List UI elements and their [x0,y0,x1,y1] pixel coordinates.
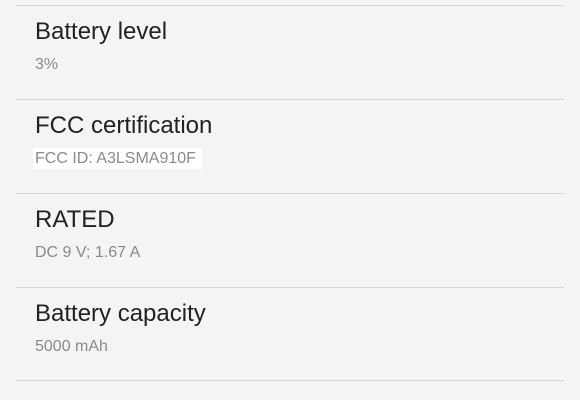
list-item-battery-capacity[interactable]: Battery capacity 5000 mAh [0,288,580,381]
item-subtitle: 3% [35,56,59,73]
list-item-battery-level[interactable]: Battery level 3% [0,6,580,99]
item-title: Battery capacity [35,300,206,327]
settings-list: Battery level 3% FCC certification FCC I… [0,0,580,400]
item-title: Battery level [35,18,168,45]
item-subtitle: 5000 mAh [35,338,108,355]
list-item-rated[interactable]: RATED DC 9 V; 1.67 A [0,194,580,287]
divider [16,380,564,381]
item-title: FCC certification [35,112,213,139]
item-subtitle: FCC ID: A3LSMA910F [33,148,202,169]
fcc-id-value: FCC ID: A3LSMA910F [33,148,202,169]
list-item-fcc-certification[interactable]: FCC certification FCC ID: A3LSMA910F [0,100,580,193]
item-subtitle: DC 9 V; 1.67 A [35,244,141,261]
item-title: RATED [35,206,115,233]
